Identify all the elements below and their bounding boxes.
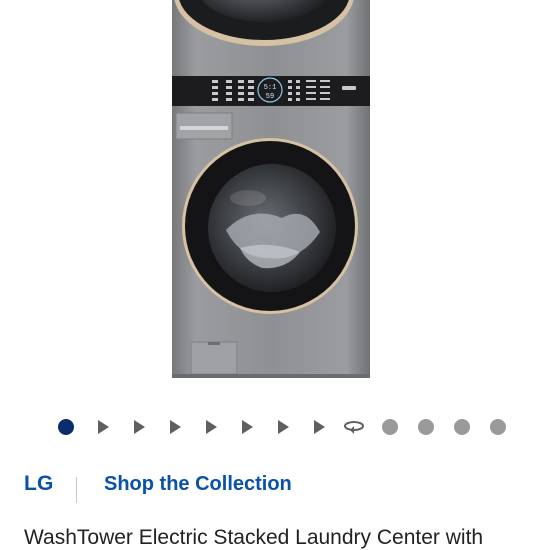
360-view-icon[interactable] bbox=[343, 417, 365, 437]
brand-link[interactable]: LG bbox=[24, 472, 54, 496]
product-title: WashTower Electric Stacked Laundry Cente… bbox=[24, 526, 484, 549]
carousel-dot[interactable] bbox=[382, 419, 398, 435]
video-play-icon[interactable] bbox=[278, 420, 289, 434]
media-carousel-nav bbox=[0, 410, 540, 444]
shop-collection-link[interactable]: Shop the Collection bbox=[104, 473, 292, 496]
video-play-icon[interactable] bbox=[242, 420, 253, 434]
filter-access-panel bbox=[190, 341, 238, 375]
carousel-dot[interactable] bbox=[490, 419, 506, 435]
washer-door bbox=[182, 138, 358, 314]
product-image[interactable]: 5:1 59 bbox=[0, 0, 540, 400]
carousel-dot[interactable] bbox=[418, 419, 434, 435]
video-play-icon[interactable] bbox=[134, 420, 145, 434]
carousel-dot-active[interactable] bbox=[58, 419, 74, 435]
video-play-icon[interactable] bbox=[170, 420, 181, 434]
video-play-icon[interactable] bbox=[206, 420, 217, 434]
video-play-icon[interactable] bbox=[314, 420, 325, 434]
brand-row: LG Shop the Collection bbox=[0, 466, 540, 506]
washer-time-readout: 59 bbox=[266, 93, 274, 101]
dryer-time-readout: 5:1 bbox=[264, 84, 277, 92]
carousel-dot[interactable] bbox=[454, 419, 470, 435]
brand-divider bbox=[76, 477, 77, 503]
video-play-icon[interactable] bbox=[98, 420, 109, 434]
